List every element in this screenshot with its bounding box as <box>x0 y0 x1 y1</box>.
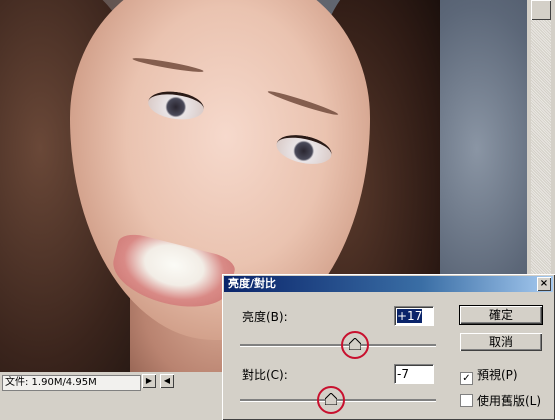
legacy-checkbox[interactable] <box>460 394 473 407</box>
dialog-title: 亮度/對比 <box>228 277 277 290</box>
preview-checkbox[interactable]: ✓ <box>460 372 473 385</box>
brightness-highlight-ring <box>340 331 369 359</box>
brightness-slider-track[interactable] <box>240 344 436 347</box>
brightness-input[interactable]: +17 <box>394 306 434 326</box>
brightness-contrast-dialog: 亮度/對比 × 亮度(B): +17 對比(C): -7 確定 取消 ✓ 預視(P… <box>222 274 555 420</box>
document-size: 文件: 1.90M/4.95M <box>2 375 141 391</box>
dialog-titlebar[interactable]: 亮度/對比 × <box>224 276 553 292</box>
legacy-label: 使用舊版(L) <box>477 394 542 408</box>
ok-button[interactable]: 確定 <box>459 305 543 325</box>
contrast-input[interactable]: -7 <box>394 364 434 384</box>
status-menu-arrow-icon[interactable]: ▶ <box>142 374 156 388</box>
contrast-highlight-ring <box>317 386 346 414</box>
preview-label: 預視(P) <box>477 368 518 382</box>
preview-checkbox-row[interactable]: ✓ 預視(P) <box>460 366 518 385</box>
brightness-label: 亮度(B): <box>242 310 288 324</box>
cancel-button[interactable]: 取消 <box>460 333 542 351</box>
scroll-left-arrow-icon[interactable]: ◀ <box>160 374 174 388</box>
close-icon[interactable]: × <box>537 277 551 291</box>
scroll-thumb[interactable] <box>531 0 551 20</box>
contrast-label: 對比(C): <box>242 368 288 382</box>
legacy-checkbox-row[interactable]: 使用舊版(L) <box>460 392 541 409</box>
